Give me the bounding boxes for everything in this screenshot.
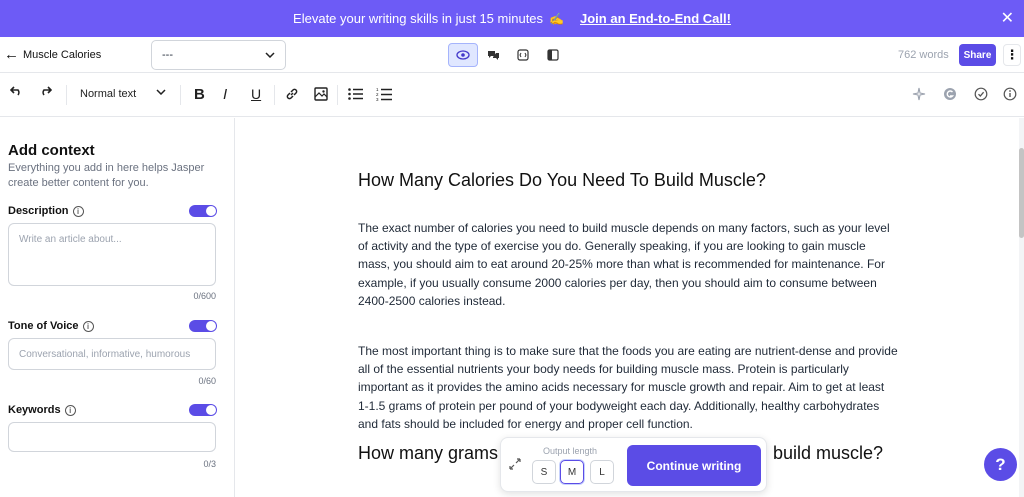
context-sidebar: Add context Everything you add in here h… (0, 118, 235, 497)
description-counter: 0/600 (193, 291, 216, 301)
continue-writing-button[interactable]: Continue writing (627, 445, 761, 486)
size-small-button[interactable]: S (532, 460, 556, 484)
description-label: Description i (8, 205, 84, 217)
editor-scrollbar[interactable] (1019, 118, 1024, 497)
word-count: 762 words (898, 49, 949, 61)
document-title[interactable]: Muscle Calories (23, 49, 101, 61)
view-toggle (448, 43, 568, 67)
chat-icon[interactable] (478, 43, 508, 67)
info-icon[interactable] (1003, 87, 1017, 101)
tone-label: Tone of Voice i (8, 320, 94, 332)
keywords-label-text: Keywords (8, 404, 61, 416)
grammar-icon[interactable] (943, 87, 957, 101)
chevron-down-icon[interactable] (156, 89, 166, 95)
text-style-select[interactable]: Normal text (80, 88, 136, 100)
output-length-label: Output length (543, 446, 598, 456)
arrow-left-icon[interactable]: ← (4, 46, 19, 63)
keywords-label: Keywords i (8, 404, 76, 416)
close-icon[interactable]: ✕ (1001, 8, 1014, 28)
sidebar-icon[interactable] (538, 43, 568, 67)
toolbar-divider (66, 85, 67, 105)
bold-button[interactable]: B (194, 86, 205, 103)
numbered-list-icon[interactable]: 123 (376, 87, 392, 101)
article-heading[interactable]: How Many Calories Do You Need To Build M… (358, 170, 766, 191)
article-subheading-end[interactable]: build muscle? (773, 443, 883, 464)
description-label-text: Description (8, 205, 69, 217)
underline-button[interactable]: U (251, 86, 261, 102)
bullet-list-icon[interactable] (348, 88, 363, 100)
image-icon[interactable] (314, 87, 328, 101)
description-input[interactable]: Write an article about... (8, 223, 216, 286)
promo-banner: Elevate your writing skills in just 15 m… (0, 0, 1024, 37)
expand-icon[interactable] (509, 458, 521, 473)
document-header: ← Muscle Calories --- 762 words Share ⋮ (0, 37, 1024, 73)
sidebar-subtitle: Everything you add in here helps Jasper … (8, 162, 205, 189)
commands-icon[interactable] (508, 43, 538, 67)
sidebar-title: Add context (8, 142, 95, 159)
size-medium-button[interactable]: M (560, 460, 584, 484)
chevron-down-icon (265, 49, 275, 61)
tone-counter: 0/60 (198, 376, 216, 386)
article-paragraph[interactable]: The exact number of calories you need to… (358, 219, 898, 310)
description-toggle[interactable] (189, 205, 217, 217)
size-large-button[interactable]: L (590, 460, 614, 484)
format-toolbar: Normal text B I U 123 (0, 74, 1024, 117)
info-icon[interactable]: i (64, 404, 76, 416)
info-icon[interactable]: i (72, 205, 84, 217)
toggle-knob (206, 405, 216, 415)
more-vertical-icon[interactable]: ⋮ (1003, 44, 1021, 66)
scrollbar-thumb[interactable] (1019, 148, 1024, 238)
svg-text:3: 3 (376, 97, 379, 101)
check-circle-icon[interactable] (974, 87, 988, 101)
tone-toggle[interactable] (189, 320, 217, 332)
toolbar-divider (274, 85, 275, 105)
info-icon[interactable]: i (82, 320, 94, 332)
tone-input[interactable]: Conversational, informative, humorous (8, 338, 216, 370)
document-select-value: --- (162, 49, 173, 61)
output-length-panel: Output length S M L Continue writing (500, 437, 767, 492)
preview-icon[interactable] (448, 43, 478, 67)
join-call-link[interactable]: Join an End-to-End Call! (580, 11, 731, 26)
toggle-knob (206, 321, 216, 331)
redo-icon[interactable] (39, 86, 52, 96)
article-subheading-start[interactable]: How many grams (358, 443, 498, 464)
toolbar-divider (180, 85, 181, 105)
link-icon[interactable] (285, 87, 299, 101)
keywords-input[interactable] (8, 422, 216, 452)
keywords-counter: 0/3 (203, 459, 216, 469)
document-select[interactable]: --- (151, 40, 286, 70)
sparkle-icon[interactable] (912, 87, 926, 101)
undo-icon[interactable] (10, 86, 23, 96)
toolbar-divider (337, 85, 338, 105)
toggle-knob (206, 206, 216, 216)
help-button[interactable]: ? (984, 448, 1017, 481)
writing-hand-icon: ✍️ (549, 11, 564, 26)
article-paragraph[interactable]: The most important thing is to make sure… (358, 342, 898, 433)
italic-button[interactable]: I (223, 86, 227, 103)
share-button[interactable]: Share (959, 44, 996, 66)
tone-label-text: Tone of Voice (8, 320, 79, 332)
promo-text: Elevate your writing skills in just 15 m… (293, 11, 544, 26)
keywords-toggle[interactable] (189, 404, 217, 416)
